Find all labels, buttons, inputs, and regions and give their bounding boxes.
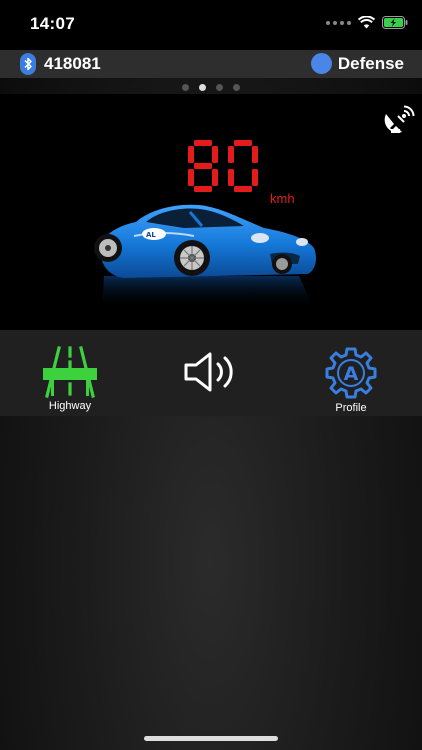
speed-digit-segment — [194, 140, 212, 146]
speed-digit-segment — [234, 140, 252, 146]
mode-indicator-dot — [310, 53, 332, 74]
speed-digit-segment — [212, 169, 218, 186]
speed-digit-segment — [234, 186, 252, 192]
home-indicator[interactable] — [144, 736, 278, 741]
speed-digit-segment — [228, 146, 234, 163]
bluetooth-status[interactable]: 418081 — [20, 53, 101, 75]
speaker-icon — [184, 352, 233, 392]
status-bar: 14:07 — [0, 0, 422, 50]
device-id: 418081 — [44, 54, 101, 73]
status-icons — [326, 16, 408, 29]
profile-button[interactable]: A Profile — [320, 346, 382, 414]
mode-label: Defense — [337, 53, 404, 73]
bluetooth-icon — [20, 53, 36, 75]
status-time: 14:07 — [30, 14, 75, 33]
svg-text:AL: AL — [146, 231, 156, 239]
satellite-dish-icon[interactable] — [382, 104, 416, 138]
highway-label: Highway — [48, 400, 92, 412]
speed-digit-segment — [194, 163, 212, 169]
page-dot[interactable] — [216, 84, 223, 91]
speed-digit-segment — [252, 169, 258, 186]
highway-icon — [43, 346, 97, 398]
battery-charging-icon — [382, 16, 408, 29]
wifi-icon — [358, 16, 375, 29]
speed-digit-segment — [228, 169, 234, 186]
speed-digit-segment — [188, 146, 194, 163]
page-indicator[interactable] — [0, 84, 422, 91]
page-dot-active[interactable] — [199, 84, 206, 91]
speed-display — [188, 140, 258, 192]
speed-digit-segment — [194, 186, 212, 192]
mode-selector[interactable]: Defense — [310, 53, 404, 74]
signal-icon — [326, 20, 351, 25]
page-dot[interactable] — [233, 84, 240, 91]
speed-digit-segment — [188, 169, 194, 186]
page-dot[interactable] — [182, 84, 189, 91]
speed-digit-segment — [212, 146, 218, 163]
profile-label: Profile — [335, 402, 367, 414]
profile-badge: A — [344, 363, 359, 385]
header-bar: 418081 Defense — [0, 50, 422, 78]
sports-car-image: AL — [94, 204, 316, 308]
sound-button[interactable] — [181, 350, 241, 394]
speed-digit-segment — [252, 146, 258, 163]
highway-button[interactable]: Highway — [40, 346, 100, 412]
gear-icon: A — [325, 347, 377, 399]
